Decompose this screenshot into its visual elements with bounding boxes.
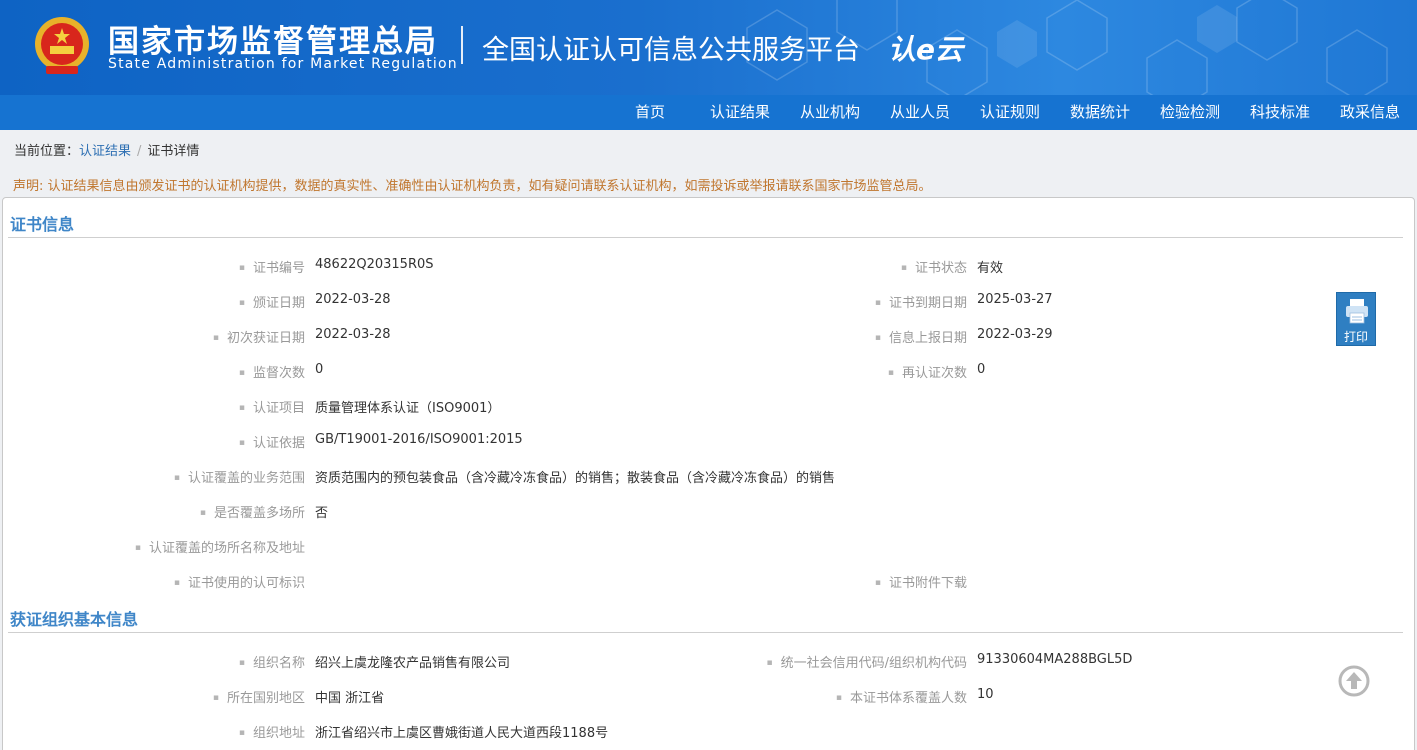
field-value: 91330604MA288BGL5D <box>977 652 1133 667</box>
field-row: 组织地址 浙江省绍兴市上虞区曹娥街道人民大道西段1188号 <box>0 722 1417 742</box>
field-label: 统一社会信用代码/组织机构代码 <box>767 652 967 671</box>
field-row: 认证依据 GB/T19001-2016/ISO9001:2015 <box>0 432 1417 452</box>
platform-title: 全国认证认可信息公共服务平台 <box>482 35 860 66</box>
field-value: 有效 <box>977 261 1004 276</box>
field-value: 0 <box>977 362 986 377</box>
org-section-title: 获证组织基本信息 <box>10 610 139 629</box>
print-label: 打印 <box>1343 330 1368 344</box>
field-row: 认证项目 质量管理体系认证（ISO9001） <box>0 397 1417 417</box>
field-row: 监督次数 0 再认证次数 0 <box>0 362 1417 382</box>
field-value: 10 <box>977 687 994 702</box>
title-divider <box>461 26 463 64</box>
field-label: 信息上报日期 <box>875 327 967 346</box>
cert-section-divider <box>8 237 1403 238</box>
main-nav: 首页 认证结果 从业机构 从业人员 认证规则 数据统计 检验检测 科技标准 政采… <box>0 95 1417 130</box>
nav-personnel[interactable]: 从业人员 <box>878 95 962 130</box>
printer-icon <box>1346 299 1368 324</box>
field-label: 组织地址 <box>239 722 305 741</box>
field-label: 证书到期日期 <box>875 292 967 311</box>
field-row: 颁证日期 2022-03-28 证书到期日期 2025-03-27 <box>0 292 1417 312</box>
field-row: 认证覆盖的场所名称及地址 <box>0 537 1417 557</box>
field-label: 再认证次数 <box>888 362 967 381</box>
field-label: 本证书体系覆盖人数 <box>836 687 967 706</box>
field-value: 2025-03-27 <box>977 292 1053 307</box>
field-label: 认证覆盖的场所名称及地址 <box>135 537 305 556</box>
field-row: 是否覆盖多场所 否 <box>0 502 1417 522</box>
nav-home[interactable]: 首页 <box>608 95 692 130</box>
print-button[interactable]: 打印 <box>1336 292 1376 346</box>
nav-inspection[interactable]: 检验检测 <box>1148 95 1232 130</box>
field-value: 否 <box>315 506 329 521</box>
nav-statistics[interactable]: 数据统计 <box>1058 95 1142 130</box>
field-value: GB/T19001-2016/ISO9001:2015 <box>315 432 523 447</box>
field-row: 组织名称 绍兴上虞龙隆农产品销售有限公司 统一社会信用代码/组织机构代码 913… <box>0 652 1417 672</box>
field-row: 初次获证日期 2022-03-28 信息上报日期 2022-03-29 <box>0 327 1417 347</box>
field-label: 认证依据 <box>239 432 305 451</box>
org-name-en: State Administration for Market Regulati… <box>108 56 458 72</box>
field-value: 资质范围内的预包装食品（含冷藏冷冻食品）的销售；散装食品（含冷藏冷冻食品）的销售 <box>315 471 836 486</box>
field-value: 质量管理体系认证（ISO9001） <box>315 401 501 416</box>
breadcrumb-prefix: 当前位置： <box>14 144 80 159</box>
header-banner: 国家市场监督管理总局 State Administration for Mark… <box>0 0 1417 95</box>
arrow-up-circle-icon[interactable] <box>1338 665 1370 697</box>
nav-standards[interactable]: 科技标准 <box>1238 95 1322 130</box>
field-value: 2022-03-29 <box>977 327 1053 342</box>
field-value: 浙江省绍兴市上虞区曹娥街道人民大道西段1188号 <box>315 726 609 741</box>
nav-cert-results[interactable]: 认证结果 <box>698 95 782 130</box>
national-emblem-icon <box>35 17 89 74</box>
disclaimer-notice: 声明: 认证结果信息由颁发证书的认证机构提供，数据的真实性、准确性由认证机构负责… <box>13 179 932 194</box>
breadcrumb-current: 证书详情 <box>147 144 200 159</box>
field-row: 所在国别地区 中国 浙江省 本证书体系覆盖人数 10 <box>0 687 1417 707</box>
org-section-divider <box>8 632 1403 633</box>
field-label: 认证项目 <box>239 397 305 416</box>
field-row: 证书编号 48622Q20315R0S 证书状态 有效 <box>0 257 1417 277</box>
breadcrumb-separator: / <box>137 144 142 159</box>
field-row: 认证覆盖的业务范围 资质范围内的预包装食品（含冷藏冷冻食品）的销售；散装食品（含… <box>0 467 1417 487</box>
org-name-cn: 国家市场监督管理总局 <box>108 24 438 60</box>
nav-procurement[interactable]: 政采信息 <box>1328 95 1412 130</box>
field-label: 认证覆盖的业务范围 <box>174 467 305 486</box>
breadcrumb: 当前位置：认证结果 / 证书详情 <box>14 140 199 159</box>
breadcrumb-link-cert-results[interactable]: 认证结果 <box>79 144 131 159</box>
nav-cert-rules[interactable]: 认证规则 <box>968 95 1052 130</box>
cert-section-title: 证书信息 <box>10 215 75 234</box>
field-row: 证书使用的认可标识 证书附件下载 <box>0 572 1417 592</box>
nav-institutions[interactable]: 从业机构 <box>788 95 872 130</box>
field-label: 是否覆盖多场所 <box>200 502 305 521</box>
field-label: 证书状态 <box>901 257 967 276</box>
platform-logo: 认e云 <box>888 33 963 66</box>
attachment-download-label: 证书附件下载 <box>875 572 967 591</box>
